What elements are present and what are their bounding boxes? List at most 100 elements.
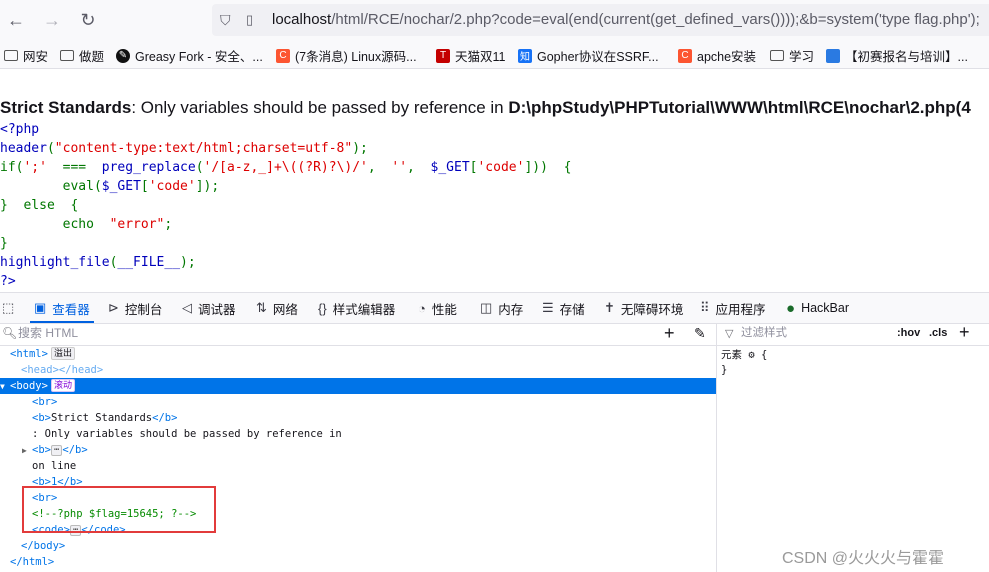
hov-toggle-button[interactable]: :hov <box>897 327 920 339</box>
html-tag: </b> <box>62 444 88 456</box>
add-rule-icon[interactable]: + <box>959 322 970 343</box>
markup-view: <html> 溢出 <head></head> ▼ <body> 滚动 <br> <b>Str… <box>0 346 716 572</box>
bookmark-label: 网安 <box>23 50 49 64</box>
html-comment: <!--?php $flag=15645; ?--> <box>32 508 197 520</box>
rule-line: 元素 ⚙ { <box>721 349 768 361</box>
html-tag: </code> <box>81 524 126 536</box>
bookmark-item[interactable]: 做题 <box>60 46 104 65</box>
tab-console[interactable]: ⊳ 控制台 <box>108 293 162 323</box>
bookmark-item[interactable]: C (7条消息) Linux源码... <box>276 46 417 65</box>
eyedropper-icon[interactable]: ✎ <box>694 325 706 342</box>
highlighted-source-code: <?php header("content-type:text/html;char… <box>0 120 571 291</box>
code-token: eval <box>62 179 94 194</box>
tab-accessibility[interactable]: ✝ 无障碍环境 <box>604 293 683 323</box>
code-token: echo <box>0 217 110 232</box>
tab-debugger[interactable]: ◁ 调试器 <box>182 293 236 323</box>
tab-storage[interactable]: ☰ 存储 <box>542 293 585 323</box>
markup-node[interactable]: <!--?php $flag=15645; ?--> <box>0 506 748 522</box>
markup-node-selected[interactable]: ▼ <body> 滚动 <box>0 378 716 394</box>
search-html-input[interactable] <box>16 325 620 341</box>
tab-inspector[interactable]: ▣ 查看器 <box>30 293 94 323</box>
markup-node[interactable]: <head></head> <box>0 362 737 378</box>
bookmark-item[interactable]: Capche安装 <box>678 46 756 65</box>
code-line: header("content-type:text/html;charset=u… <box>0 139 571 158</box>
url-bar[interactable]: ⛉ ▯ localhost/html/RCE/nochar/2.php?code… <box>212 4 989 36</box>
tab-memory[interactable]: ◫ 内存 <box>480 293 523 323</box>
markup-node[interactable]: <br> <box>0 394 748 410</box>
forward-arrow-icon[interactable]: → <box>40 8 64 32</box>
collapsed-content-icon[interactable]: ⋯ <box>69 525 82 536</box>
tab-hackbar[interactable]: ● HackBar <box>786 293 849 323</box>
markup-node[interactable]: </body> <box>0 538 737 554</box>
code-token: ); <box>352 141 368 156</box>
tracking-shield-icon[interactable]: ⛉ <box>220 12 231 29</box>
bookmark-item[interactable]: ✎ Greasy Fork - 安全、... <box>116 46 263 65</box>
add-node-icon[interactable]: + <box>664 323 675 344</box>
element-picker-icon[interactable]: ⬚ <box>2 293 20 323</box>
expand-arrow-down-icon[interactable]: ▼ <box>0 379 10 395</box>
code-token: ]); <box>195 179 220 194</box>
html-tag: </html> <box>10 556 55 568</box>
markup-node[interactable]: <br> <box>0 490 748 506</box>
tab-performance[interactable]: ◔ 性能 <box>418 293 457 323</box>
network-icon: ⇅ <box>256 300 267 315</box>
csdn-icon: C <box>678 48 692 63</box>
back-arrow-icon[interactable]: ← <box>4 8 28 32</box>
bookmark-label: (7条消息) Linux源码... <box>295 50 417 64</box>
code-line: echo "error"; <box>0 215 571 234</box>
url-path: /html/RCE/nochar/2.php?code=eval(end(cur… <box>331 11 980 28</box>
markup-badge[interactable]: 滚动 <box>50 379 75 392</box>
html-tag: <b>1</b> <box>32 476 83 488</box>
bookmark-item[interactable]: T 天猫双11 <box>436 46 505 65</box>
code-token: header <box>0 141 47 156</box>
bookmark-label: 天猫双11 <box>455 50 506 64</box>
markup-node[interactable]: </html> <box>0 554 726 570</box>
code-line: } else { <box>0 196 571 215</box>
rule-line: } <box>721 364 728 376</box>
code-token: === <box>46 160 102 175</box>
code-token: ); <box>180 255 196 270</box>
bookmark-item[interactable]: 学习 <box>770 46 814 65</box>
markup-node[interactable]: on line <box>0 458 748 474</box>
tab-label: 存储 <box>559 302 585 317</box>
tab-style-editor[interactable]: {} 样式编辑器 <box>318 293 395 323</box>
tab-application[interactable]: ⠿ 应用程序 <box>700 293 766 323</box>
watermark: CSDN @火火火与霍霍 <box>782 550 945 567</box>
markup-node[interactable]: <code> ⋯ </code> <box>0 522 748 538</box>
markup-node[interactable]: ▶ <b> ⋯ </b> <box>0 442 738 458</box>
code-token: } <box>0 236 8 251</box>
markup-node[interactable]: : Only variables should be passed by ref… <box>0 426 748 442</box>
html-tag: </body> <box>21 540 66 552</box>
bookmark-item[interactable]: 网安 <box>4 46 48 65</box>
markup-node[interactable]: <html> 溢出 <box>0 346 726 362</box>
code-token: "error" <box>109 217 165 232</box>
bookmark-label: 学习 <box>789 50 815 64</box>
folder-icon <box>770 50 784 61</box>
reload-icon[interactable]: ↻ <box>76 8 100 32</box>
url-text[interactable]: localhost/html/RCE/nochar/2.php?code=eva… <box>272 11 980 28</box>
tmall-icon: T <box>436 48 450 63</box>
markup-node[interactable]: <b>Strict Standards</b> <box>0 410 748 426</box>
page-info-icon[interactable]: ▯ <box>246 12 253 28</box>
code-line: } <box>0 234 571 253</box>
cls-toggle-button[interactable]: .cls <box>929 327 947 339</box>
filter-styles-input[interactable] <box>739 326 893 340</box>
code-line: ?> <box>0 272 571 291</box>
markup-node[interactable]: <b>1</b> <box>0 474 748 490</box>
code-line: highlight_file(__FILE__); <box>0 253 571 272</box>
html-tag: <br> <box>32 396 58 408</box>
code-token: ';' <box>23 160 47 175</box>
bookmark-item[interactable]: 知 Gopher协议在SSRF... <box>518 46 659 65</box>
code-token: ( <box>46 141 55 156</box>
tab-label: HackBar <box>801 301 849 315</box>
pane-splitter[interactable] <box>716 323 717 572</box>
search-icon: 🔍︎ <box>2 326 18 340</box>
tab-network[interactable]: ⇅ 网络 <box>256 293 298 323</box>
bookmark-item[interactable]: 【初赛报名与培训】... <box>826 46 968 65</box>
code-token: ; <box>164 217 173 232</box>
hackbar-icon: ● <box>786 299 796 317</box>
collapsed-content-icon[interactable]: ⋯ <box>50 445 63 456</box>
expand-arrow-right-icon[interactable]: ▶ <box>22 443 32 459</box>
markup-badge[interactable]: 溢出 <box>50 347 75 360</box>
html-tag: <br> <box>32 492 58 504</box>
